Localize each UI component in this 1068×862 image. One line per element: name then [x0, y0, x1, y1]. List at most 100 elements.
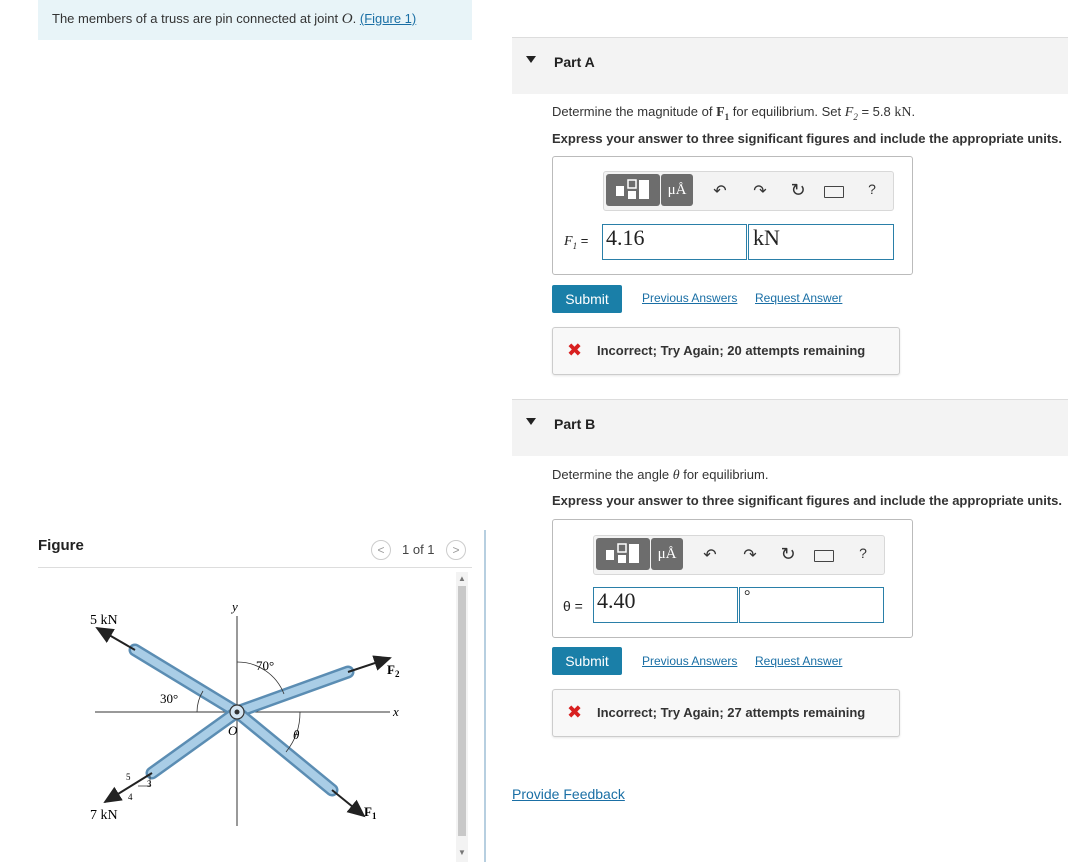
- part-a-units-input[interactable]: kN: [748, 224, 894, 260]
- member-7kn: [145, 705, 244, 780]
- member-f1: [230, 705, 339, 797]
- joint-pin-center: [234, 709, 240, 715]
- caret-down-icon: [526, 56, 536, 63]
- figure-scrollbar[interactable]: ▲ ▼: [456, 572, 468, 862]
- problem-statement-box: The members of a truss are pin connected…: [38, 0, 472, 40]
- help-icon[interactable]: ?: [862, 181, 882, 197]
- qb-var: θ: [672, 468, 680, 483]
- arrow-f2: [347, 655, 392, 673]
- part-b-title: Part B: [554, 416, 596, 432]
- part-a-value-input[interactable]: 4.16: [602, 224, 747, 260]
- keyboard-icon[interactable]: [814, 550, 834, 562]
- part-a-feedback-text: Incorrect; Try Again; 20 attempts remain…: [597, 343, 866, 358]
- part-a-feedback: ✖ Incorrect; Try Again; 20 attempts rema…: [552, 327, 900, 375]
- qb-end: for equilibrium.: [683, 467, 769, 482]
- templates-icon: [606, 543, 639, 563]
- qb-pre: Determine the angle: [552, 467, 670, 482]
- part-a-submit-button[interactable]: Submit: [552, 285, 622, 313]
- units-icon: μÅ: [657, 545, 677, 562]
- help-icon[interactable]: ?: [853, 545, 873, 561]
- part-a-previous-answers-link[interactable]: Previous Answers: [642, 291, 737, 305]
- part-b-instruction: Express your answer to three significant…: [552, 493, 1062, 508]
- label-x-axis: x: [392, 704, 399, 719]
- scroll-up-icon[interactable]: ▲: [458, 574, 466, 583]
- reset-icon[interactable]: ↻: [788, 180, 808, 201]
- label-y-axis: y: [230, 599, 238, 614]
- part-b-units-input[interactable]: °: [739, 587, 884, 623]
- label-f2: F2: [387, 662, 400, 679]
- qa-var: F1: [716, 105, 730, 122]
- joint-label: O: [341, 11, 353, 27]
- chevron-right-icon: >: [452, 543, 460, 557]
- units-button[interactable]: μÅ: [651, 538, 683, 570]
- prev-figure-button[interactable]: <: [371, 540, 391, 560]
- reset-icon[interactable]: ↻: [778, 544, 798, 565]
- part-b-value-input[interactable]: 4.40: [593, 587, 738, 623]
- label-tri-5: 5: [126, 772, 131, 782]
- panel-divider: [484, 530, 486, 862]
- next-figure-button[interactable]: >: [446, 540, 466, 560]
- part-a-answer-box: μÅ ↶ ↷ ↻ ? F1 = 4.16 kN: [552, 156, 913, 275]
- qa-mid: for equilibrium. Set: [732, 104, 842, 119]
- label-theta: θ: [293, 727, 300, 742]
- figure-heading: Figure: [38, 537, 84, 554]
- part-b-input-label: θ =: [563, 598, 583, 614]
- arrow-5kn: [95, 626, 136, 651]
- qa-pre: Determine the magnitude of: [552, 104, 713, 119]
- member-5kn: [128, 643, 244, 719]
- part-a-toolbar: μÅ ↶ ↷ ↻ ?: [603, 171, 894, 211]
- figure-scrollbar-thumb[interactable]: [458, 586, 466, 836]
- label-f1: F1: [364, 804, 377, 821]
- keyboard-icon[interactable]: [824, 186, 844, 198]
- part-b-answer-box: μÅ ↶ ↷ ↻ ? θ = 4.40 °: [552, 519, 913, 638]
- incorrect-x-icon: ✖: [567, 702, 583, 722]
- part-b-toolbar: μÅ ↶ ↷ ↻ ?: [593, 535, 885, 575]
- templates-button[interactable]: [606, 174, 660, 206]
- provide-feedback-link[interactable]: Provide Feedback: [512, 786, 625, 802]
- redo-icon[interactable]: ↷: [750, 181, 770, 201]
- label-7kn: 7 kN: [90, 808, 118, 823]
- part-b-request-answer-link[interactable]: Request Answer: [755, 654, 842, 668]
- label-angle-30: 30°: [160, 691, 178, 706]
- label-tri-4: 4: [128, 792, 133, 802]
- figure-link[interactable]: (Figure 1): [360, 11, 416, 26]
- truss-figure: 5 kN 7 kN 70° 30° y x O θ F2 F1 5 4 3: [90, 599, 400, 826]
- caret-down-icon: [526, 418, 536, 425]
- part-a-input-label: F1 =: [564, 233, 589, 251]
- figure-pager-count: 1 of 1: [402, 542, 435, 557]
- member-f2: [230, 665, 355, 719]
- part-a-title: Part A: [554, 54, 595, 70]
- qa-set-val: = 5.8: [861, 104, 891, 119]
- redo-icon[interactable]: ↷: [740, 545, 760, 565]
- part-b-feedback: ✖ Incorrect; Try Again; 27 attempts rema…: [552, 689, 900, 737]
- part-b-header[interactable]: Part B: [512, 399, 1068, 456]
- undo-icon[interactable]: ↶: [700, 545, 720, 565]
- units-icon: μÅ: [667, 181, 687, 198]
- part-a-request-answer-link[interactable]: Request Answer: [755, 291, 842, 305]
- problem-statement: The members of a truss are pin connected…: [52, 11, 416, 28]
- undo-icon[interactable]: ↶: [710, 181, 730, 201]
- part-b-feedback-text: Incorrect; Try Again; 27 attempts remain…: [597, 705, 866, 720]
- qa-end: .: [911, 104, 916, 119]
- templates-button[interactable]: [596, 538, 650, 570]
- qa-set-var: F2: [844, 105, 858, 122]
- part-b-question: Determine the angle θ for equilibrium.: [552, 467, 768, 484]
- part-a-header[interactable]: Part A: [512, 37, 1068, 94]
- part-b-previous-answers-link[interactable]: Previous Answers: [642, 654, 737, 668]
- label-angle-70: 70°: [256, 658, 274, 673]
- templates-icon: [616, 179, 649, 199]
- label-tri-3: 3: [147, 779, 152, 789]
- units-button[interactable]: μÅ: [661, 174, 693, 206]
- label-joint-o: O: [228, 723, 238, 738]
- part-b-submit-button[interactable]: Submit: [552, 647, 622, 675]
- part-a-instruction: Express your answer to three significant…: [552, 131, 1062, 146]
- problem-text: The members of a truss are pin connected…: [52, 11, 339, 26]
- problem-period: .: [352, 11, 357, 26]
- scroll-down-icon[interactable]: ▼: [458, 848, 466, 857]
- label-5kn: 5 kN: [90, 613, 118, 628]
- qa-unit: kN: [894, 105, 912, 120]
- part-a-question: Determine the magnitude of F1 for equili…: [552, 104, 915, 122]
- arrow-f1: [331, 789, 366, 818]
- figure-divider: [38, 567, 472, 568]
- chevron-left-icon: <: [377, 543, 385, 557]
